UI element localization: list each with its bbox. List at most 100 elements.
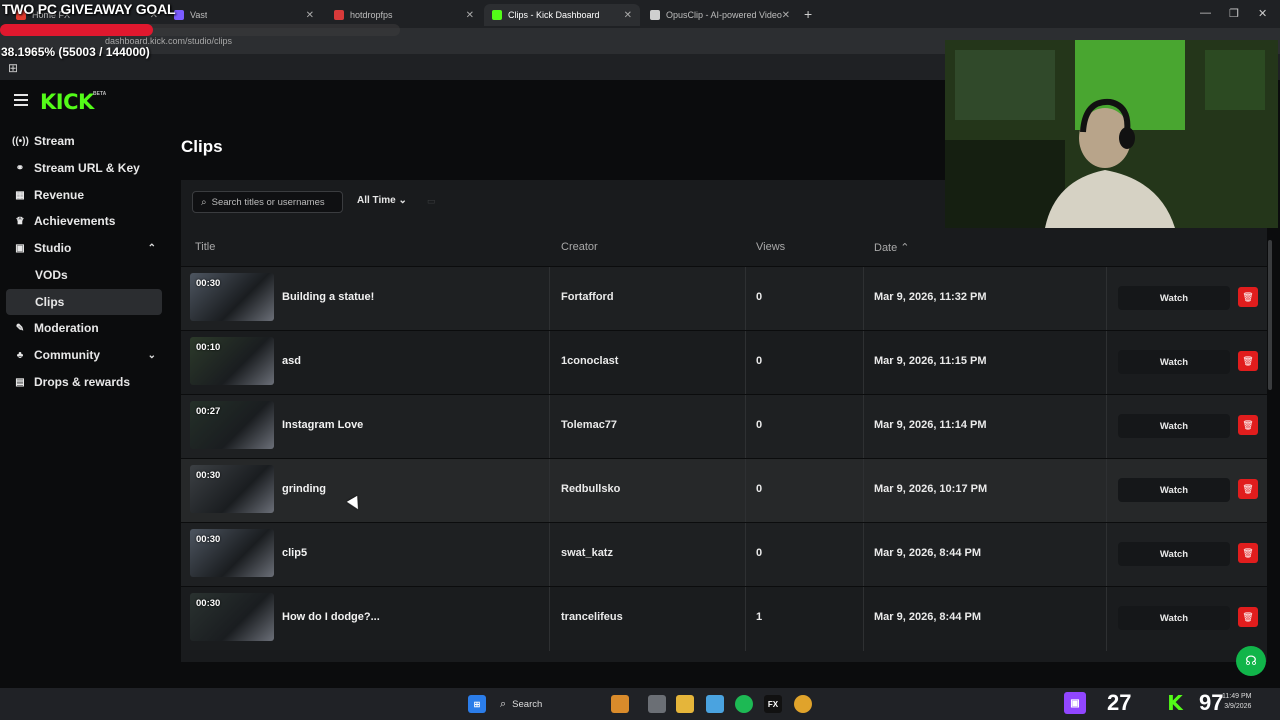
community-icon: ♣ bbox=[16, 349, 24, 361]
clip-creator[interactable]: Fortafford bbox=[561, 291, 614, 303]
close-tab-icon[interactable]: ✕ bbox=[306, 10, 314, 21]
clip-creator[interactable]: trancelifeus bbox=[561, 611, 623, 623]
trophy-icon: ♛ bbox=[15, 215, 25, 227]
column-divider bbox=[863, 523, 864, 587]
chevron-down-icon[interactable]: ⌄ bbox=[148, 350, 156, 361]
table-row[interactable]: 00:30 grinding Redbullsko 0 Mar 9, 2026, 10:… bbox=[181, 458, 1267, 523]
spotify-icon[interactable] bbox=[735, 695, 753, 713]
table-row[interactable]: 00:30 How do I dodge?... trancelifeus 1 Mar … bbox=[181, 586, 1267, 651]
scrollbar[interactable] bbox=[1268, 240, 1272, 390]
column-header-creator[interactable]: Creator bbox=[561, 241, 598, 253]
clip-title[interactable]: grinding bbox=[282, 483, 326, 495]
column-header-title[interactable]: Title bbox=[195, 241, 215, 253]
watch-button[interactable]: Watch bbox=[1118, 350, 1230, 374]
tab-label: Clips - Kick Dashboard bbox=[508, 10, 600, 20]
close-window-icon[interactable]: ✕ bbox=[1258, 7, 1267, 20]
close-tab-icon[interactable]: ✕ bbox=[624, 10, 632, 21]
delete-button[interactable]: 🗑 bbox=[1238, 287, 1258, 307]
clip-title[interactable]: Building a statue! bbox=[282, 291, 374, 303]
column-divider bbox=[745, 331, 746, 395]
notepad-icon[interactable] bbox=[706, 695, 724, 713]
browser-tab-vast[interactable]: Vast ✕ bbox=[166, 4, 322, 26]
time-filter-value: All Time bbox=[357, 195, 396, 206]
sidebar-item-studio[interactable]: ▣ Studio ⌃ bbox=[6, 235, 162, 261]
webcam-feed bbox=[945, 40, 1278, 228]
new-tab-icon[interactable]: + bbox=[804, 6, 812, 22]
apps-grid-icon[interactable]: ⊞ bbox=[8, 61, 18, 75]
browser-tab-hotdropfps[interactable]: hotdropfps ✕ bbox=[326, 4, 482, 26]
sidebar-item-label: Community bbox=[34, 348, 100, 362]
search-input[interactable]: ⌕ Search titles or usernames bbox=[192, 191, 343, 213]
watch-button[interactable]: Watch bbox=[1118, 478, 1230, 502]
watch-button[interactable]: Watch bbox=[1118, 606, 1230, 630]
watch-button[interactable]: Watch bbox=[1118, 414, 1230, 438]
clip-duration: 00:10 bbox=[196, 342, 221, 353]
kick-logo[interactable]: KICK bbox=[40, 90, 94, 114]
table-row[interactable]: 00:27 Instagram Love Tolemac77 0 Mar 9, 2026… bbox=[181, 394, 1267, 459]
delete-button[interactable]: 🗑 bbox=[1238, 607, 1258, 627]
taskbar-search[interactable]: ⌕ Search bbox=[492, 693, 600, 715]
goal-progress-text: 38.1965% (55003 / 144000) bbox=[1, 45, 150, 59]
table-row[interactable]: 00:30 Building a statue! Fortafford 0 Mar 9,… bbox=[181, 266, 1267, 331]
goal-progress-bar bbox=[0, 24, 400, 36]
sidebar-item-drops-rewards[interactable]: ▤ Drops & rewards bbox=[6, 369, 162, 395]
clip-creator[interactable]: swat_katz bbox=[561, 547, 613, 559]
page-title: Clips bbox=[181, 137, 223, 156]
clip-title[interactable]: clip5 bbox=[282, 547, 307, 559]
minimize-icon[interactable]: — bbox=[1200, 7, 1211, 19]
delete-button[interactable]: 🗑 bbox=[1238, 543, 1258, 563]
tab-label: Vast bbox=[190, 10, 208, 20]
column-divider bbox=[549, 587, 550, 651]
chevron-up-icon[interactable]: ⌃ bbox=[148, 243, 156, 254]
support-chat-button[interactable]: ☊ bbox=[1236, 646, 1266, 676]
sidebar-item-vods[interactable]: VODs bbox=[6, 262, 162, 288]
sidebar-item-label: VODs bbox=[35, 268, 68, 282]
column-header-date[interactable]: Date ⌃ bbox=[874, 241, 910, 254]
column-divider bbox=[745, 395, 746, 459]
clip-duration: 00:30 bbox=[196, 534, 221, 545]
menu-icon[interactable] bbox=[14, 94, 28, 106]
clip-creator[interactable]: Redbullsko bbox=[561, 483, 620, 495]
sidebar-item-revenue[interactable]: ▦ Revenue bbox=[6, 182, 162, 208]
clip-views: 0 bbox=[756, 355, 763, 367]
clip-date: Mar 9, 2026, 8:44 PM bbox=[874, 611, 982, 623]
studio-icon: ▣ bbox=[15, 242, 25, 254]
table-row[interactable]: 00:30 clip5 swat_katz 0 Mar 9, 2026, 8:44 PM… bbox=[181, 522, 1267, 587]
clip-title[interactable]: asd bbox=[282, 355, 301, 367]
watch-button[interactable]: Watch bbox=[1118, 542, 1230, 566]
sidebar-item-stream[interactable]: ((•)) Stream bbox=[6, 128, 162, 154]
time-filter-dropdown[interactable]: All Time ⌄ bbox=[357, 195, 407, 206]
browser-tab-opusclip[interactable]: OpusClip - AI-powered Video R ✕ bbox=[642, 4, 798, 26]
close-tab-icon[interactable]: ✕ bbox=[466, 10, 474, 21]
watch-button[interactable]: Watch bbox=[1118, 286, 1230, 310]
clip-title[interactable]: Instagram Love bbox=[282, 419, 363, 431]
table-row[interactable]: 00:10 asd 1conoclast 0 Mar 9, 2026, 11:15 PM… bbox=[181, 330, 1267, 395]
file-explorer-icon[interactable] bbox=[676, 695, 694, 713]
column-header-views[interactable]: Views bbox=[756, 241, 785, 253]
delete-button[interactable]: 🗑 bbox=[1238, 351, 1258, 371]
clip-creator[interactable]: 1conoclast bbox=[561, 355, 618, 367]
task-view-icon[interactable] bbox=[648, 695, 666, 713]
tab-favicon bbox=[334, 10, 344, 20]
browser-tab-clips-kick[interactable]: Clips - Kick Dashboard ✕ bbox=[484, 4, 640, 26]
sidebar-item-stream-url-key[interactable]: ⚭ Stream URL & Key bbox=[6, 155, 162, 181]
system-clock[interactable]: 11:49 PM 3/9/2026 bbox=[1222, 692, 1251, 712]
widget-icon[interactable] bbox=[611, 695, 629, 713]
sidebar-item-community[interactable]: ♣ Community ⌄ bbox=[6, 342, 162, 368]
hud-fx-icon[interactable]: FX bbox=[764, 695, 782, 713]
delete-button[interactable]: 🗑 bbox=[1238, 479, 1258, 499]
start-icon[interactable]: ⊞ bbox=[468, 695, 486, 713]
column-divider bbox=[863, 395, 864, 459]
broadcast-icon: ((•)) bbox=[12, 135, 29, 147]
sidebar-item-moderation[interactable]: ✎ Moderation bbox=[6, 315, 162, 341]
sidebar-item-clips[interactable]: Clips bbox=[6, 289, 162, 315]
search-icon: ⌕ bbox=[201, 196, 207, 208]
chrome-icon[interactable] bbox=[794, 695, 812, 713]
restore-icon[interactable]: ❐ bbox=[1229, 7, 1239, 20]
sidebar-item-achievements[interactable]: ♛ Achievements bbox=[6, 208, 162, 234]
delete-button[interactable]: 🗑 bbox=[1238, 415, 1258, 435]
close-tab-icon[interactable]: ✕ bbox=[782, 10, 790, 21]
clip-creator[interactable]: Tolemac77 bbox=[561, 419, 617, 431]
clip-title[interactable]: How do I dodge?... bbox=[282, 611, 380, 623]
sidebar-item-label: Stream URL & Key bbox=[34, 161, 140, 175]
